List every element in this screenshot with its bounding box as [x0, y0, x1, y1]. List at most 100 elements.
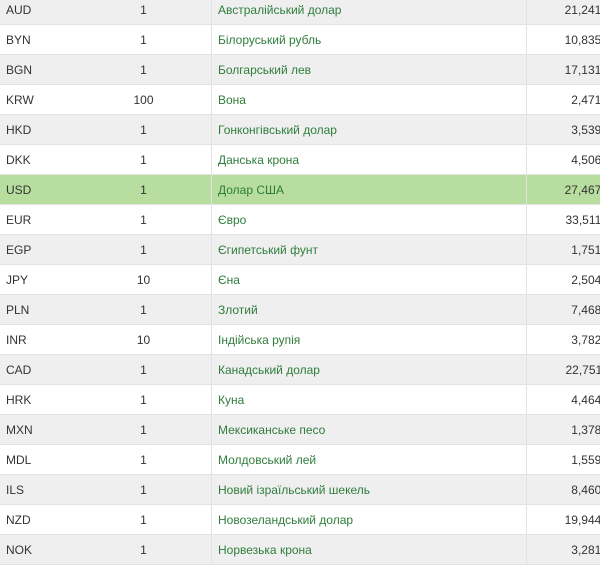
currency-name-link[interactable]: Гонконгівський долар — [218, 123, 337, 137]
currency-code: AUD — [0, 0, 76, 25]
currency-name-link[interactable]: Австралійський долар — [218, 3, 341, 17]
currency-name-link[interactable]: Вона — [218, 93, 246, 107]
currency-units: 1 — [76, 114, 212, 145]
currency-code: JPY — [0, 264, 76, 295]
currency-code: MXN — [0, 414, 76, 445]
currency-name-cell: Вона — [211, 84, 527, 115]
currency-code: BGN — [0, 54, 76, 85]
currency-rate: 1,7517 — [526, 234, 600, 265]
currency-rate: 1,3783 — [526, 414, 600, 445]
currency-name-cell: Долар США — [211, 174, 527, 205]
currency-name-link[interactable]: Євро — [218, 213, 246, 227]
currency-row-mdl: MDL1 Молдовський лей 1,5594 — [0, 444, 600, 475]
currency-name-cell: Новозеландський долар — [211, 504, 527, 535]
currency-name-link[interactable]: Долар США — [218, 183, 284, 197]
currency-name-cell: Злотий — [211, 294, 527, 325]
currency-rate: 22,7511 — [526, 354, 600, 385]
currency-rate: 3,7821 — [526, 324, 600, 355]
currency-row-ils: ILS1 Новий ізраїльський шекель 8,4604 — [0, 474, 600, 505]
currency-units: 1 — [76, 474, 212, 505]
currency-name-cell: Австралійський долар — [211, 0, 527, 25]
currency-rates-body: AUD1Австралійський долар21,2419BYN1Білор… — [0, 0, 600, 565]
currency-name-link[interactable]: Новий ізраїльський шекель — [218, 483, 370, 497]
currency-row-dkk: DKK1 Данська крона 4,5062 — [0, 144, 600, 175]
currency-name-cell: Норвезька крона — [211, 534, 527, 565]
currency-rate: 27,4674 — [526, 174, 600, 205]
currency-code: EGP — [0, 234, 76, 265]
currency-units: 1 — [76, 534, 212, 565]
currency-row-nok: NOK1 Норвезька крона 3,2816 — [0, 534, 600, 565]
currency-name-link[interactable]: Молдовський лей — [218, 453, 316, 467]
currency-code: KRW — [0, 84, 76, 115]
currency-name-link[interactable]: Індійська рупія — [218, 333, 300, 347]
currency-units: 1 — [76, 234, 212, 265]
currency-units: 1 — [76, 24, 212, 55]
currency-units: 1 — [76, 204, 212, 235]
currency-name-link[interactable]: Злотий — [218, 303, 258, 317]
currency-row-byn: BYN1 Білоруський рубль 10,8357 — [0, 24, 600, 55]
currency-code: ILS — [0, 474, 76, 505]
currency-rate: 3,5392 — [526, 114, 600, 145]
currency-name-link[interactable]: Канадський долар — [218, 363, 320, 377]
currency-name-cell: Євро — [211, 204, 527, 235]
currency-name-link[interactable]: Данська крона — [218, 153, 299, 167]
currency-units: 1 — [76, 294, 212, 325]
currency-name-cell: Єгипетський фунт — [211, 234, 527, 265]
currency-rate: 7,4688 — [526, 294, 600, 325]
currency-rate: 3,2816 — [526, 534, 600, 565]
currency-units: 1 — [76, 444, 212, 475]
currency-row-egp: EGP1 Єгипетський фунт 1,7517 — [0, 234, 600, 265]
currency-row-bgn: BGN1 Болгарський лев 17,1318 — [0, 54, 600, 85]
currency-rates-table: AUD1Австралійський долар21,2419BYN1Білор… — [0, 0, 600, 565]
currency-rate: 10,8357 — [526, 24, 600, 55]
currency-row-cad: CAD1 Канадський долар 22,7511 — [0, 354, 600, 385]
currency-name-cell: Данська крона — [211, 144, 527, 175]
currency-name-link[interactable]: Мексиканське песо — [218, 423, 325, 437]
currency-row-pln: PLN1 Злотий 7,4688 — [0, 294, 600, 325]
currency-rate: 4,4642 — [526, 384, 600, 415]
currency-name-link[interactable]: Новозеландський долар — [218, 513, 353, 527]
currency-name-link[interactable]: Єгипетський фунт — [218, 243, 318, 257]
currency-units: 10 — [76, 324, 212, 355]
currency-rate: 1,5594 — [526, 444, 600, 475]
currency-code: INR — [0, 324, 76, 355]
currency-name-link[interactable]: Норвезька крона — [218, 543, 312, 557]
currency-units: 1 — [76, 54, 212, 85]
currency-code: EUR — [0, 204, 76, 235]
currency-row-eur: EUR1 Євро 33,5116 — [0, 204, 600, 235]
currency-units: 1 — [76, 144, 212, 175]
currency-row-hrk: HRK1 Куна 4,4642 — [0, 384, 600, 415]
currency-rate: 8,4604 — [526, 474, 600, 505]
currency-row-krw: KRW100 Вона 2,4719 — [0, 84, 600, 115]
currency-units: 1 — [76, 384, 212, 415]
currency-name-cell: Куна — [211, 384, 527, 415]
currency-row-usd: USD1 Долар США 27,4674 — [0, 174, 600, 205]
currency-code: NOK — [0, 534, 76, 565]
currency-name-link[interactable]: Білоруський рубль — [218, 33, 321, 47]
currency-name-cell: Болгарський лев — [211, 54, 527, 85]
currency-code: BYN — [0, 24, 76, 55]
currency-row-jpy: JPY10 Єна 2,5047 — [0, 264, 600, 295]
currency-row-hkd: HKD1 Гонконгівський долар 3,5392 — [0, 114, 600, 145]
currency-row-nzd: NZD1 Новозеландський долар 19,9441 — [0, 504, 600, 535]
currency-units: 1 — [76, 414, 212, 445]
currency-code: USD — [0, 174, 76, 205]
currency-units: 100 — [76, 84, 212, 115]
currency-rate: 21,2419 — [526, 0, 600, 25]
currency-name-link[interactable]: Куна — [218, 393, 244, 407]
currency-name-cell: Індійська рупія — [211, 324, 527, 355]
currency-units: 1 — [76, 0, 212, 25]
currency-code: MDL — [0, 444, 76, 475]
currency-units: 1 — [76, 354, 212, 385]
currency-rate: 4,5062 — [526, 144, 600, 175]
currency-name-cell: Єна — [211, 264, 527, 295]
currency-rate: 19,9441 — [526, 504, 600, 535]
currency-code: DKK — [0, 144, 76, 175]
currency-units: 10 — [76, 264, 212, 295]
currency-name-link[interactable]: Болгарський лев — [218, 63, 311, 77]
currency-units: 1 — [76, 504, 212, 535]
currency-rate: 33,5116 — [526, 204, 600, 235]
currency-name-cell: Білоруський рубль — [211, 24, 527, 55]
currency-row-mxn: MXN1 Мексиканське песо 1,3783 — [0, 414, 600, 445]
currency-name-link[interactable]: Єна — [218, 273, 240, 287]
